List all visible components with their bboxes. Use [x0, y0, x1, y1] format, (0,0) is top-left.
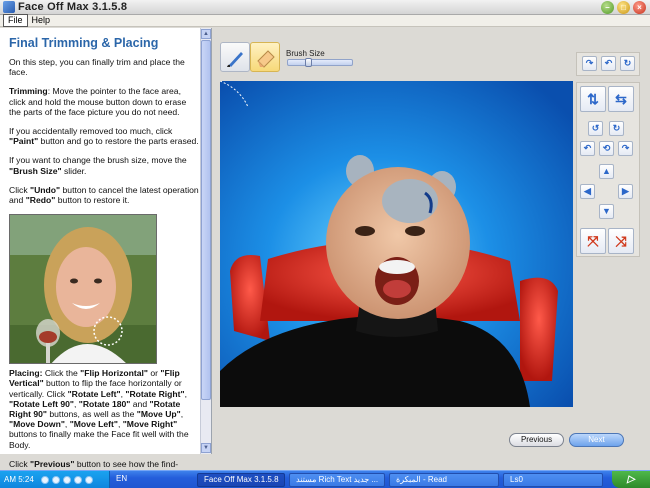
brush-size-label: Brush Size — [286, 49, 325, 58]
brush-size-thumb[interactable] — [305, 58, 312, 67]
language-indicator[interactable]: EN — [116, 474, 127, 483]
canvas-image — [220, 81, 573, 407]
close-icon[interactable]: × — [633, 1, 646, 14]
eraser-button[interactable] — [250, 42, 280, 72]
move-left-icon[interactable]: ◀ — [580, 184, 595, 199]
help-title: Final Trimming & Placing — [9, 36, 159, 50]
maximize-icon[interactable]: □ — [617, 1, 630, 14]
woman-photo-illustration — [10, 215, 156, 364]
taskbar: AM 5:24 EN Face Off Max 3.1.5.8 مستند Ri… — [0, 470, 650, 488]
start-button[interactable]: ▷ — [612, 471, 650, 488]
help-brush: If you want to change the brush size, mo… — [9, 155, 187, 176]
rotate-180-icon[interactable]: ⟲ — [599, 141, 614, 156]
tray-icon-4[interactable] — [73, 475, 82, 484]
rotate-left-90-icon[interactable]: ↶ — [580, 141, 595, 156]
move-right-icon[interactable]: ▶ — [618, 184, 633, 199]
rotate-left-icon[interactable]: ↺ — [588, 121, 603, 136]
help-placing: Placing: Click the "Flip Horizontal" or … — [9, 368, 189, 450]
window-title: Face Off Max 3.1.5.8 — [18, 1, 128, 13]
move-up-icon[interactable]: ▲ — [599, 164, 614, 179]
tray-icon-1[interactable] — [40, 475, 49, 484]
system-tray: AM 5:24 — [0, 471, 110, 488]
task-face-off-max[interactable]: Face Off Max 3.1.5.8 — [197, 473, 285, 487]
menu-help[interactable]: Help — [28, 15, 55, 26]
title-bar: Face Off Max 3.1.5.8 – □ × — [0, 0, 650, 15]
refresh-icon[interactable]: ↻ — [620, 56, 635, 71]
editing-canvas[interactable] — [220, 81, 573, 407]
undo-icon[interactable]: ↶ — [601, 56, 616, 71]
tray-icon-3[interactable] — [62, 475, 71, 484]
help-trimming: Trimming: Move the pointer to the face a… — [9, 86, 187, 117]
help-panel: Final Trimming & Placing On this step, y… — [0, 28, 212, 488]
app-icon — [3, 1, 15, 13]
task-folder[interactable]: Ls0 — [503, 473, 603, 487]
paint-button[interactable] — [220, 42, 250, 72]
eraser-icon — [257, 50, 275, 68]
menu-bar: File Help — [0, 14, 650, 27]
help-removed: If you accidentally removed too much, cl… — [9, 126, 199, 147]
tray-icon-5[interactable] — [84, 475, 93, 484]
menu-file[interactable]: File — [3, 14, 28, 27]
redo-icon[interactable]: ↷ — [582, 56, 597, 71]
scroll-thumb[interactable] — [201, 40, 211, 400]
help-scrollbar[interactable]: ▲ ▼ — [200, 28, 211, 454]
help-intro: On this step, you can finally trim and p… — [9, 57, 185, 78]
help-example-photo — [9, 214, 157, 365]
tray-icon-2[interactable] — [51, 475, 60, 484]
help-content: Final Trimming & Placing On this step, y… — [9, 36, 199, 488]
rotate-right-90-icon[interactable]: ↷ — [618, 141, 633, 156]
paint-brush-icon — [227, 52, 243, 67]
flip-vertical-icon[interactable]: ⇆ — [608, 86, 634, 112]
scroll-up-icon[interactable]: ▲ — [201, 29, 211, 39]
previous-button[interactable]: Previous — [509, 433, 564, 447]
minimize-icon[interactable]: – — [601, 1, 614, 14]
scroll-down-icon[interactable]: ▼ — [201, 443, 211, 453]
zoom-in-icon[interactable]: ⤧ — [580, 228, 606, 254]
flip-horizontal-icon[interactable]: ⇅ — [580, 86, 606, 112]
zoom-out-icon[interactable]: ⤨ — [608, 228, 634, 254]
help-undo: Click "Undo" button to cancel the latest… — [9, 184, 199, 206]
task-read[interactable]: المبكرة - Read — [389, 473, 499, 487]
task-rich-text[interactable]: مستند Rich Text جديد ... — [289, 473, 385, 487]
window-controls: – □ × — [601, 1, 646, 14]
clock: AM 5:24 — [4, 475, 34, 484]
next-button[interactable]: Next — [569, 433, 624, 447]
rotate-right-icon[interactable]: ↻ — [609, 121, 624, 136]
move-down-icon[interactable]: ▼ — [599, 204, 614, 219]
brush-size-slider[interactable] — [287, 58, 353, 67]
